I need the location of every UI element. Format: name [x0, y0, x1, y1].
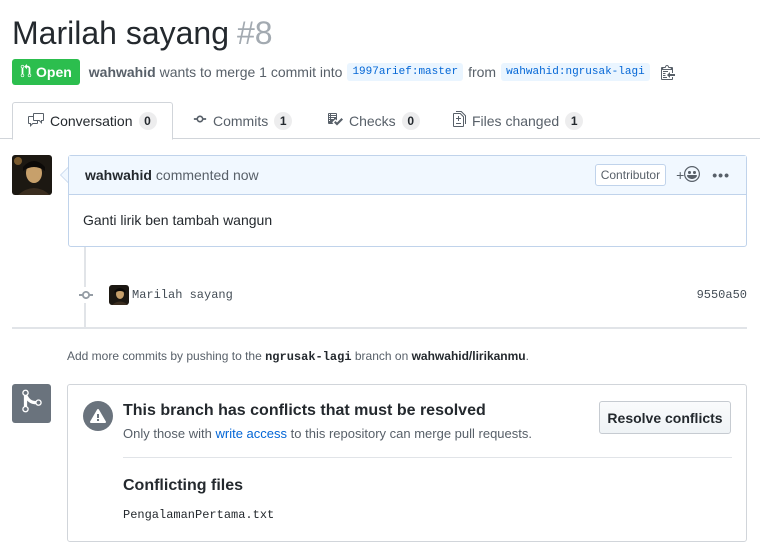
conflicting-file: PengalamanPertama.txt — [123, 508, 275, 522]
write-access-link[interactable]: write access — [216, 426, 288, 441]
author-association-label: Contributor — [594, 164, 667, 186]
merge-box-divider — [123, 457, 732, 458]
conflict-sub-suffix: to this repository can merge pull reques… — [290, 426, 532, 441]
comment-arrow-inner — [61, 168, 68, 182]
conflict-sub-prefix: Only those with — [123, 426, 212, 441]
pr-meta: Open wahwahid wants to merge 1 commit in… — [12, 58, 675, 86]
head-branch[interactable]: wahwahid:ngrusak-lagi — [501, 63, 650, 81]
pr-title: Marilah sayang #8 — [12, 12, 273, 54]
tab-counter: 1 — [274, 111, 293, 130]
comment-time[interactable]: commented now — [156, 167, 259, 183]
tab-label: Checks — [349, 112, 396, 129]
comment-author[interactable]: wahwahid — [85, 167, 152, 183]
push-hint: Add more commits by pushing to the ngrus… — [67, 349, 529, 364]
alert-icon — [83, 401, 113, 431]
hint-branch: ngrusak-lagi — [265, 350, 352, 364]
timeline-divider — [12, 327, 747, 329]
tab-files-changed[interactable]: Files changed 1 — [438, 102, 598, 139]
merge-box: This branch has conflicts that must be r… — [67, 384, 747, 542]
kebab-menu-icon[interactable]: ••• — [712, 167, 730, 183]
timeline-comment: wahwahid commented now Contributor + •••… — [68, 155, 747, 247]
commit-avatar[interactable] — [109, 285, 129, 305]
checklist-icon — [327, 111, 343, 130]
conflict-title: This branch has conflicts that must be r… — [123, 402, 486, 419]
tab-counter: 0 — [138, 112, 157, 130]
git-commit-icon — [76, 287, 96, 303]
tab-counter: 0 — [401, 111, 420, 130]
commit-sha[interactable]: 9550a50 — [697, 288, 747, 302]
commit-row: Marilah sayang 9550a50 — [76, 283, 748, 307]
file-diff-icon — [453, 111, 466, 130]
clipboard-icon[interactable] — [660, 64, 675, 80]
add-reaction-button[interactable]: + — [676, 165, 701, 185]
hint-prefix: Add more commits by pushing to the — [67, 349, 262, 363]
from-text: from — [468, 64, 497, 80]
conflicting-files-title: Conflicting files — [123, 477, 243, 494]
git-pull-request-icon — [20, 63, 32, 81]
state-label: Open — [36, 64, 72, 80]
tab-label: Conversation — [50, 113, 133, 129]
base-branch[interactable]: 1997arief:master — [347, 63, 464, 81]
conflict-subtitle: Only those with write access to this rep… — [123, 426, 532, 441]
tab-label: Files changed — [472, 112, 560, 129]
tab-counter: 1 — [565, 111, 584, 130]
comment-header: wahwahid commented now Contributor + ••• — [69, 156, 746, 195]
state-badge: Open — [12, 59, 80, 85]
git-merge-icon — [21, 388, 43, 419]
hint-suffix: . — [525, 349, 529, 363]
hint-repo-link[interactable]: wahwahid/lirikanmu — [412, 349, 526, 363]
pr-title-text: Marilah sayang — [12, 15, 229, 51]
pr-author-link[interactable]: wahwahid — [89, 64, 156, 80]
tab-commits[interactable]: Commits 1 — [178, 102, 307, 139]
resolve-conflicts-button[interactable]: Resolve conflicts — [599, 401, 731, 434]
merge-status-icon — [12, 384, 51, 423]
comment-discussion-icon — [28, 112, 44, 131]
tab-conversation[interactable]: Conversation 0 — [12, 102, 173, 140]
git-commit-icon — [193, 112, 207, 129]
pr-tabs: Conversation 0 Commits 1 Checks 0 Files … — [0, 102, 760, 140]
avatar[interactable] — [12, 155, 52, 195]
plus-icon: + — [676, 167, 685, 183]
smiley-icon — [684, 165, 701, 185]
comment-body: Ganti lirik ben tambah wangun — [83, 212, 273, 228]
commit-message[interactable]: Marilah sayang — [132, 288, 233, 302]
merge-text: wants to merge 1 commit into — [159, 64, 343, 80]
hint-middle: branch on — [354, 349, 409, 363]
pr-number: #8 — [237, 15, 273, 51]
tab-label: Commits — [213, 112, 269, 129]
tab-checks[interactable]: Checks 0 — [312, 102, 435, 139]
